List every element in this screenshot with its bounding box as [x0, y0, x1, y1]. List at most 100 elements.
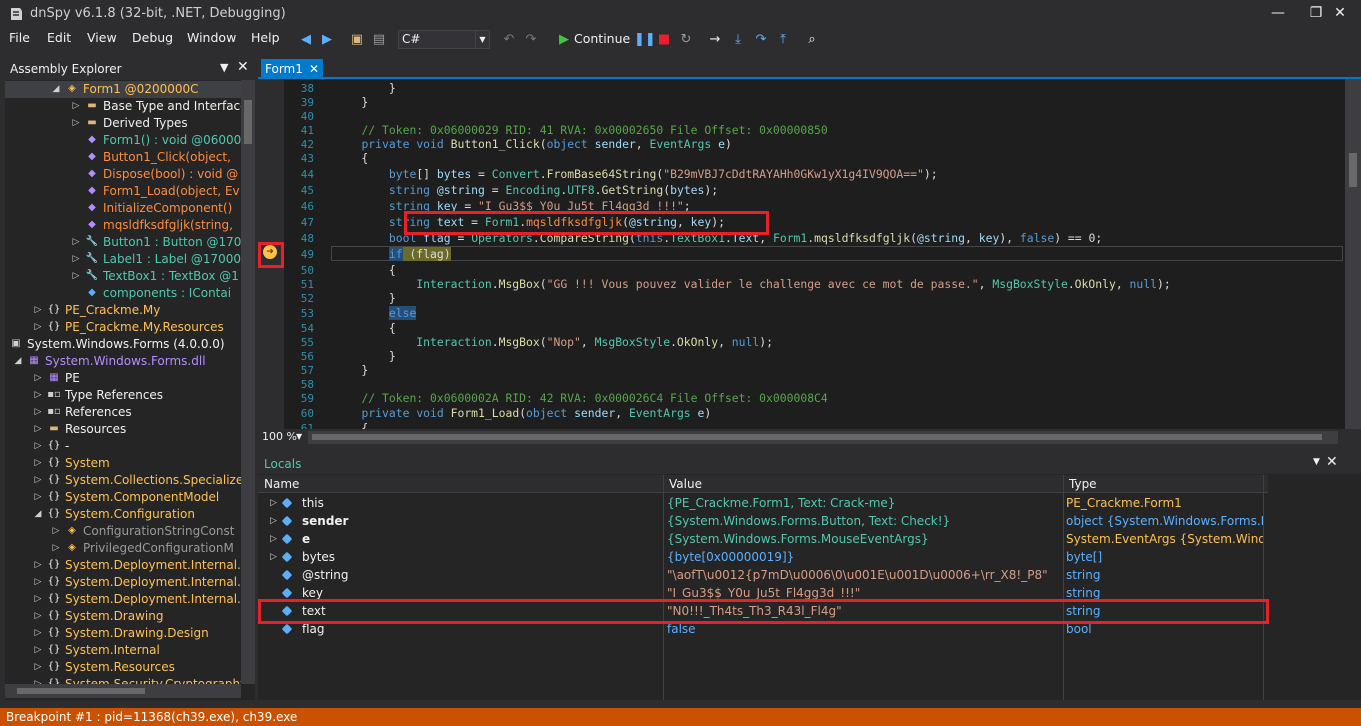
- tree-item[interactable]: ▷ 🔧 Label1 : Label @17000: [5, 251, 241, 268]
- redo-icon[interactable]: ↷: [522, 31, 540, 49]
- tree-item[interactable]: ◆ InitializeComponent(): [5, 200, 241, 217]
- collapsed-arrow-icon[interactable]: ▷: [33, 319, 43, 336]
- break-all-icon[interactable]: ❚❚: [634, 31, 656, 49]
- tree-item[interactable]: ▷ {} System.ComponentModel: [5, 489, 241, 506]
- tree-item[interactable]: ▷ 🔧 Button1 : Button @170: [5, 234, 241, 251]
- tree-item[interactable]: ◢ ▦ System.Windows.Forms.dll: [5, 353, 241, 370]
- navigate-back-icon[interactable]: ◀: [297, 31, 315, 49]
- collapsed-arrow-icon[interactable]: ▷: [33, 370, 43, 387]
- local-value[interactable]: {System.Windows.Forms.Button, Text: Chec…: [667, 512, 1063, 530]
- local-value[interactable]: {PE_Crackme.Form1, Text: Crack-me}: [667, 494, 1063, 512]
- menu-edit[interactable]: Edit: [47, 30, 71, 45]
- collapsed-arrow-icon[interactable]: ▷: [270, 494, 277, 512]
- collapsed-arrow-icon[interactable]: ▷: [33, 489, 43, 506]
- locals-row-bytes[interactable]: ▷ bytes {byte[0x00000019]} byte[]: [258, 548, 1268, 566]
- zoom-select[interactable]: 100 % ▼: [262, 430, 304, 445]
- local-value[interactable]: {byte[0x00000019]}: [667, 548, 1063, 566]
- tree-item[interactable]: ▷ {} System.Internal: [5, 642, 241, 659]
- tree-item[interactable]: ▷ {} System.Collections.Specialized: [5, 472, 241, 489]
- locals-row-sender[interactable]: ▷ sender {System.Windows.Forms.Button, Tex…: [258, 512, 1268, 530]
- menu-view[interactable]: View: [87, 30, 117, 45]
- collapsed-arrow-icon[interactable]: ▷: [270, 512, 277, 530]
- collapsed-arrow-icon[interactable]: ▷: [33, 387, 43, 404]
- tree-item[interactable]: ▷ ▬ Derived Types: [5, 115, 241, 132]
- menu-window[interactable]: Window: [187, 30, 236, 45]
- minimize-button[interactable]: —: [1258, 2, 1298, 24]
- tree-item[interactable]: ▷ {} PE_Crackme.My: [5, 302, 241, 319]
- collapsed-arrow-icon[interactable]: ▷: [71, 251, 81, 268]
- stop-debugging-icon[interactable]: ■: [655, 31, 673, 49]
- tree-item[interactable]: ▷ {} System.Deployment.Internal.I: [5, 574, 241, 591]
- tree-item[interactable]: ▷ ◈ ConfigurationStringConst: [5, 523, 241, 540]
- collapsed-arrow-icon[interactable]: ▷: [33, 404, 43, 421]
- tree-item[interactable]: ▷ {} System.Drawing.Design: [5, 625, 241, 642]
- collapsed-arrow-icon[interactable]: ▷: [33, 591, 43, 608]
- tab-form1[interactable]: Form1 ✕: [261, 59, 323, 79]
- tree-item[interactable]: ▷ ▪▫ Type References: [5, 387, 241, 404]
- tree-item[interactable]: ▷ {} System: [5, 455, 241, 472]
- continue-button[interactable]: Continue: [574, 31, 630, 46]
- close-tab-icon[interactable]: ✕: [309, 59, 319, 79]
- save-all-icon[interactable]: ▤: [370, 31, 388, 49]
- tree-item[interactable]: ◆ Form1() : void @06000: [5, 132, 241, 149]
- tree-item[interactable]: ▷ ▬ Resources: [5, 421, 241, 438]
- tree-item[interactable]: ▷ ▦ PE: [5, 370, 241, 387]
- scrollbar-thumb[interactable]: [244, 100, 252, 144]
- collapsed-arrow-icon[interactable]: ▷: [33, 608, 43, 625]
- continue-play-icon[interactable]: ▶: [555, 31, 573, 49]
- tree-item[interactable]: ▷ {} PE_Crackme.My.Resources: [5, 319, 241, 336]
- tree-item[interactable]: ▷ {} -: [5, 438, 241, 455]
- collapsed-arrow-icon[interactable]: ▷: [51, 540, 61, 557]
- collapsed-arrow-icon[interactable]: ▷: [33, 455, 43, 472]
- tree-item[interactable]: ▷ {} System.Deployment.Internal.C: [5, 557, 241, 574]
- tree-item[interactable]: ▷ {} System.Security.Cryptography: [5, 676, 241, 684]
- undo-icon[interactable]: ↶: [500, 31, 518, 49]
- collapsed-arrow-icon[interactable]: ▷: [33, 625, 43, 642]
- editor-horizontal-scrollbar[interactable]: [308, 431, 1338, 444]
- assembly-explorer-horizontal-scrollbar[interactable]: [5, 684, 241, 698]
- tree-item[interactable]: ▷ ◈ PrivilegedConfigurationM: [5, 540, 241, 557]
- dropdown-icon[interactable]: ▼: [1313, 457, 1320, 467]
- tree-item[interactable]: ▷ {} System.Resources: [5, 659, 241, 676]
- step-into-icon[interactable]: ⤓: [729, 31, 747, 49]
- collapsed-arrow-icon[interactable]: ▷: [33, 438, 43, 455]
- tree-item[interactable]: ◢▣System.Windows.Forms (4.0.0.0): [5, 336, 241, 353]
- assembly-explorer-vertical-scrollbar[interactable]: [241, 80, 255, 684]
- scrollbar-thumb[interactable]: [312, 434, 1322, 440]
- column-header-value[interactable]: Value: [669, 477, 702, 491]
- search-icon[interactable]: ⌕: [803, 31, 821, 49]
- close-icon[interactable]: ✕: [1326, 454, 1338, 470]
- restart-icon[interactable]: ↻: [677, 31, 695, 49]
- expanded-arrow-icon[interactable]: ◢: [51, 81, 61, 98]
- tree-item[interactable]: ▷ ▬ Base Type and Interfaces: [5, 98, 241, 115]
- tree-item[interactable]: ▷ 🔧 TextBox1 : TextBox @1: [5, 268, 241, 285]
- tree-item[interactable]: ◆ mqsldfksdfgljk(string,: [5, 217, 241, 234]
- collapsed-arrow-icon[interactable]: ▷: [270, 548, 277, 566]
- collapsed-arrow-icon[interactable]: ▷: [71, 234, 81, 251]
- collapsed-arrow-icon[interactable]: ▷: [33, 472, 43, 489]
- collapsed-arrow-icon[interactable]: ▷: [33, 574, 43, 591]
- column-header-type[interactable]: Type: [1069, 477, 1097, 491]
- local-value[interactable]: "\aofT\u0012{p7mD\u0006\0\u001E\u001D\u0…: [667, 566, 1063, 584]
- local-value[interactable]: {System.Windows.Forms.MouseEventArgs}: [667, 530, 1063, 548]
- tree-item[interactable]: ▷ {} System.Drawing: [5, 608, 241, 625]
- editor-vertical-scrollbar[interactable]: [1345, 79, 1361, 429]
- close-icon[interactable]: ✕: [237, 59, 249, 75]
- tree-item[interactable]: ▷ ▪▫ References: [5, 404, 241, 421]
- collapsed-arrow-icon[interactable]: ▷: [51, 523, 61, 540]
- close-window-button[interactable]: ✕: [1320, 2, 1360, 24]
- collapsed-arrow-icon[interactable]: ▷: [71, 98, 81, 115]
- scrollbar-thumb[interactable]: [1349, 153, 1357, 187]
- step-over-icon[interactable]: ↷: [752, 31, 770, 49]
- step-out-icon[interactable]: ⤒: [774, 31, 792, 49]
- collapsed-arrow-icon[interactable]: ▷: [33, 421, 43, 438]
- expanded-arrow-icon[interactable]: ◢: [13, 353, 23, 370]
- tree-item[interactable]: ◆ Button1_Click(object,: [5, 149, 241, 166]
- collapsed-arrow-icon[interactable]: ▷: [33, 302, 43, 319]
- locals-row-this[interactable]: ▷ this {PE_Crackme.Form1, Text: Crack-me} P…: [258, 494, 1268, 512]
- tree-item[interactable]: ◢ {} System.Configuration: [5, 506, 241, 523]
- tree-item[interactable]: ◆ components : IContai: [5, 285, 241, 302]
- tree-item[interactable]: ◢ ◈ Form1 @0200000C: [5, 81, 241, 98]
- collapsed-arrow-icon[interactable]: ▷: [71, 115, 81, 132]
- tree-item[interactable]: ▷ {} System.Deployment.Internal.I: [5, 591, 241, 608]
